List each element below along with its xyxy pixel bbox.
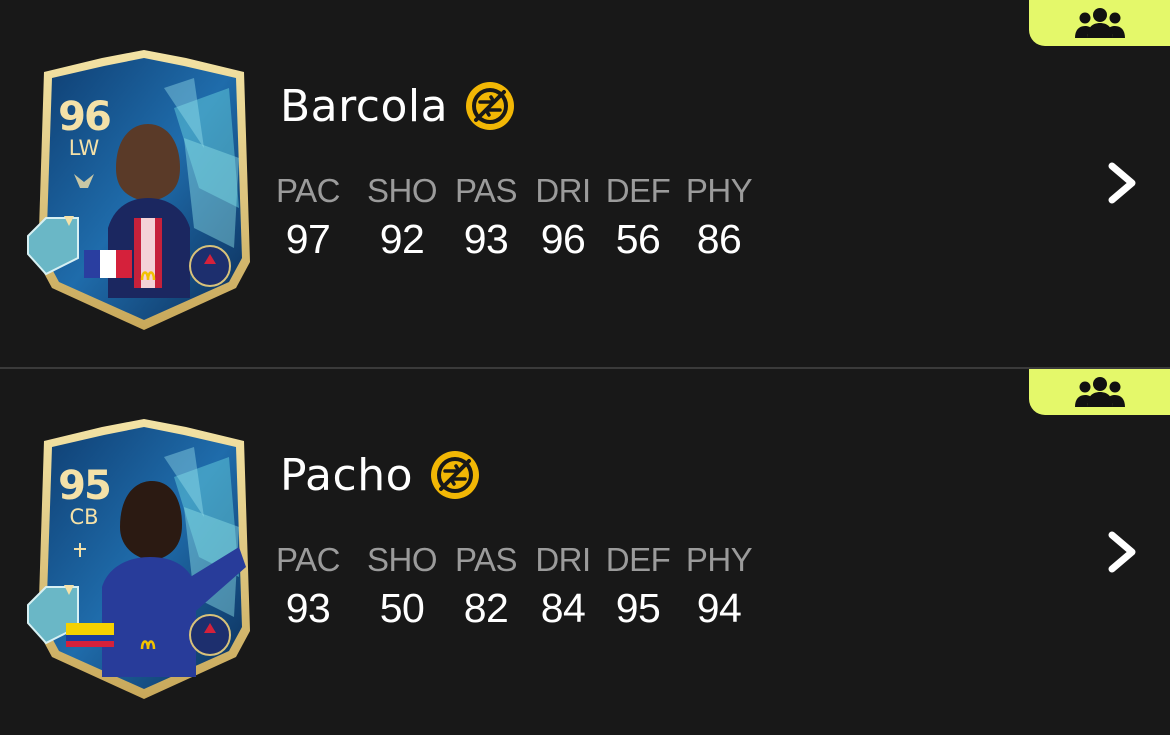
- squad-badge: [1029, 369, 1170, 415]
- stats-grid: PAC 97 SHO 92 PAS 93 DRI 96 DEF 56 PHY 8…: [276, 172, 760, 263]
- stat-label: SHO: [366, 541, 438, 578]
- france-flag-icon: [84, 250, 100, 278]
- untradeable-icon: [466, 82, 515, 130]
- stat-label: DRI: [535, 172, 591, 209]
- stat-value: 93: [285, 585, 331, 631]
- stat-label: PHY: [685, 172, 753, 209]
- player-row-pacho[interactable]: 95 CB Pacho PAC 93 SHO 50 PAS 82 DRI 84 …: [0, 367, 1170, 735]
- stat-value: 96: [540, 216, 586, 262]
- card-rating: 96: [58, 94, 112, 140]
- stat-sho: SHO 92: [360, 172, 444, 263]
- player-name: Pacho: [280, 449, 414, 501]
- stat-value: 82: [463, 585, 509, 631]
- stat-value: 84: [540, 585, 586, 631]
- group-icon: [1074, 8, 1125, 38]
- card-artwork: [27, 50, 250, 330]
- stat-label: PAC: [276, 172, 340, 209]
- stat-value: 50: [379, 585, 425, 631]
- stat-sho: SHO 50: [360, 541, 444, 632]
- stat-value: 94: [696, 585, 742, 631]
- stat-value: 86: [696, 216, 742, 262]
- stat-value: 95: [615, 585, 661, 631]
- stat-def: DEF 95: [598, 541, 678, 632]
- stat-label: PAC: [276, 541, 340, 578]
- psg-badge-icon: [189, 245, 231, 287]
- stat-dri: DRI 84: [528, 541, 598, 632]
- stat-label: PAS: [454, 541, 518, 578]
- untradeable-icon: [431, 451, 480, 499]
- stat-label: DEF: [605, 172, 671, 209]
- stat-value: 56: [615, 216, 661, 262]
- squad-badge: [1029, 0, 1170, 46]
- stat-label: DEF: [605, 541, 671, 578]
- group-icon: [1074, 377, 1125, 407]
- stat-dri: DRI 96: [528, 172, 598, 263]
- psg-badge-icon: [189, 614, 231, 656]
- stat-pac: PAC 97: [276, 172, 340, 263]
- chevron-right-icon[interactable]: [1104, 529, 1140, 575]
- player-card[interactable]: 95 CB: [24, 417, 264, 699]
- chevron-right-icon[interactable]: [1104, 160, 1140, 206]
- stat-phy: PHY 94: [678, 541, 760, 632]
- card-position: LW: [68, 136, 100, 160]
- player-name: Barcola: [280, 80, 449, 132]
- player-row-barcola[interactable]: 96 LW Barcola PAC 97 SHO 92 PAS 93 DRI 9…: [0, 0, 1170, 366]
- ecuador-flag-icon: [66, 623, 114, 635]
- stat-label: PHY: [685, 541, 753, 578]
- stats-grid: PAC 93 SHO 50 PAS 82 DRI 84 DEF 95 PHY 9…: [276, 541, 760, 632]
- stat-label: PAS: [454, 172, 518, 209]
- card-rating: 95: [58, 463, 112, 509]
- stat-value: 93: [463, 216, 509, 262]
- player-name-line: Pacho: [280, 449, 481, 501]
- card-artwork: [27, 419, 250, 699]
- stat-label: DRI: [535, 541, 591, 578]
- stat-pac: PAC 93: [276, 541, 340, 632]
- stat-pas: PAS 82: [444, 541, 528, 632]
- stat-value: 92: [379, 216, 425, 262]
- stat-pas: PAS 93: [444, 172, 528, 263]
- stat-phy: PHY 86: [678, 172, 760, 263]
- card-position: CB: [69, 505, 99, 529]
- player-list: 96 LW Barcola PAC 97 SHO 92 PAS 93 DRI 9…: [0, 0, 1170, 735]
- stat-label: SHO: [366, 172, 438, 209]
- stat-def: DEF 56: [598, 172, 678, 263]
- player-name-line: Barcola: [280, 80, 516, 132]
- stat-value: 97: [285, 216, 331, 262]
- player-card[interactable]: 96 LW: [24, 48, 264, 330]
